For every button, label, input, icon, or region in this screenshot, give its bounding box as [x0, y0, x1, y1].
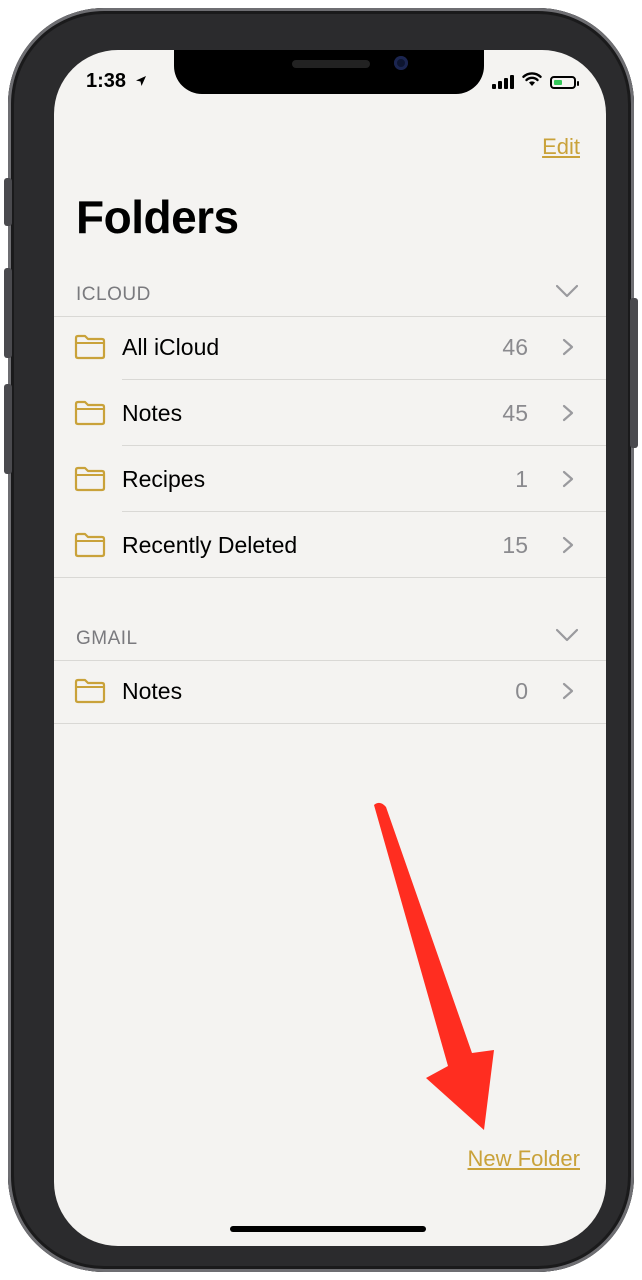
- chevron-right-icon: [562, 682, 574, 700]
- chevron-right-icon: [562, 338, 574, 356]
- new-folder-button[interactable]: New Folder: [468, 1146, 580, 1172]
- volume-up-button: [4, 268, 12, 358]
- folder-name: Recently Deleted: [122, 532, 298, 558]
- chevron-right-icon: [562, 404, 574, 422]
- mute-switch: [4, 178, 12, 226]
- folder-row-notes[interactable]: Notes 45: [54, 380, 606, 446]
- folder-row-recipes[interactable]: Recipes 1: [54, 446, 606, 512]
- folder-row-all-icloud[interactable]: All iCloud 46: [54, 314, 606, 380]
- chevron-down-icon[interactable]: [555, 628, 579, 642]
- folder-name: All iCloud: [122, 334, 220, 360]
- folder-count: 0: [515, 678, 528, 704]
- section-header-label: GMAIL: [76, 628, 138, 649]
- row-divider: [54, 723, 606, 724]
- volume-down-button: [4, 384, 12, 474]
- folder-row-recently-deleted[interactable]: Recently Deleted 15: [54, 512, 606, 578]
- status-indicators: [492, 72, 579, 92]
- folder-count: 46: [502, 334, 528, 360]
- section-header-label: ICLOUD: [76, 284, 151, 305]
- edit-button[interactable]: Edit: [542, 134, 580, 160]
- folder-icon: [74, 334, 106, 360]
- status-time-text: 1:38: [86, 70, 127, 92]
- folder-count: 15: [502, 532, 528, 558]
- front-camera: [394, 56, 408, 70]
- notch: [174, 50, 484, 94]
- status-time: 1:38: [86, 70, 147, 93]
- section-header-gmail[interactable]: GMAIL: [54, 616, 606, 661]
- section-header-icloud[interactable]: ICLOUD: [54, 272, 606, 317]
- wifi-icon: [522, 72, 542, 92]
- folder-name: Notes: [122, 678, 183, 704]
- page-title: Folders: [76, 191, 239, 243]
- folder-icon: [74, 400, 106, 426]
- folder-icon: [74, 466, 106, 492]
- speaker-grille: [292, 60, 370, 68]
- screen: 1:38 Edit Folders ICLOUD All iCloud 46 N…: [54, 50, 606, 1246]
- folder-name: Recipes: [122, 466, 206, 492]
- side-power-button: [630, 298, 638, 448]
- chevron-right-icon: [562, 536, 574, 554]
- folder-count: 1: [515, 466, 528, 492]
- folder-name: Notes: [122, 400, 183, 426]
- folder-row-gmail-notes[interactable]: Notes 0: [54, 658, 606, 724]
- chevron-down-icon[interactable]: [555, 284, 579, 298]
- chevron-right-icon: [562, 470, 574, 488]
- location-arrow-icon: [135, 74, 147, 90]
- folder-icon: [74, 532, 106, 558]
- home-indicator[interactable]: [230, 1226, 426, 1232]
- folder-icon: [74, 678, 106, 704]
- folder-count: 45: [502, 400, 528, 426]
- battery-icon: [550, 75, 579, 89]
- row-divider: [54, 577, 606, 578]
- phone-frame: 1:38 Edit Folders ICLOUD All iCloud 46 N…: [4, 8, 638, 1272]
- cellular-signal-icon: [492, 75, 514, 89]
